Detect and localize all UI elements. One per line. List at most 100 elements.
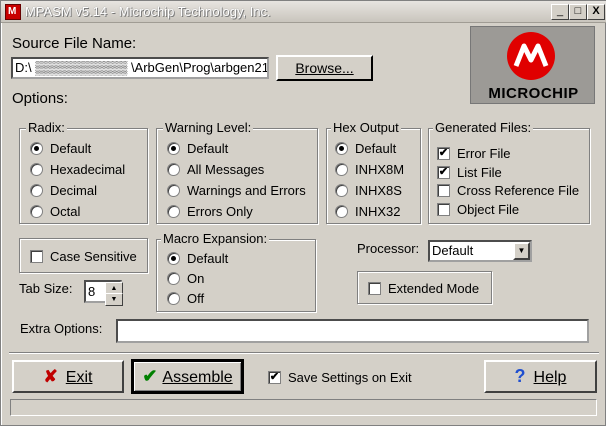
- help-button-label: Help: [533, 369, 567, 386]
- radio-indicator[interactable]: [167, 141, 180, 155]
- browse-button[interactable]: Browse...: [276, 55, 373, 81]
- radio-indicator[interactable]: [167, 251, 180, 265]
- radix-decimal-radio[interactable]: Decimal: [30, 181, 97, 199]
- exit-button[interactable]: ✘ Exit: [12, 360, 124, 393]
- assemble-button[interactable]: ✔ Assemble: [131, 359, 244, 394]
- browse-button-label: Browse...: [295, 60, 354, 76]
- radio-indicator[interactable]: [335, 162, 348, 176]
- macro-on-radio[interactable]: On: [167, 269, 204, 287]
- list-file-checkbox[interactable]: ✔ List File: [437, 163, 502, 181]
- radix-group-title: Radix:: [26, 120, 67, 135]
- tab-size-down-arrow-icon[interactable]: ▼: [105, 293, 123, 306]
- processor-value: Default: [432, 243, 474, 258]
- list-file-label: List File: [457, 164, 502, 180]
- macro-default-label: Default: [187, 250, 229, 266]
- warning-default-label: Default: [187, 140, 229, 156]
- radio-indicator[interactable]: [30, 183, 43, 197]
- radio-indicator[interactable]: [30, 162, 43, 176]
- source-file-input[interactable]: D:\ ▒▒▒▒▒▒▒▒▒▒ \ArbGen\Prog\arbgen21.: [11, 57, 269, 79]
- warning-default-radio[interactable]: Default: [167, 139, 228, 157]
- warning-errors-only-radio[interactable]: Errors Only: [167, 202, 253, 220]
- warning-level-group: Warning Level: Default All Messages Warn…: [156, 120, 318, 224]
- separator: [9, 352, 599, 354]
- radio-indicator[interactable]: [335, 204, 348, 218]
- checkbox-indicator[interactable]: ✔: [437, 146, 450, 160]
- extended-mode-frame: Extended Mode: [357, 271, 492, 304]
- hex-inhx8s-label: INHX8S: [355, 182, 402, 198]
- warning-errors-only-label: Errors Only: [187, 203, 253, 219]
- radix-default-label: Default: [50, 140, 92, 156]
- checkbox-indicator[interactable]: [368, 281, 381, 295]
- close-button[interactable]: X: [587, 4, 605, 20]
- hex-default-label: Default: [355, 140, 397, 156]
- hex-inhx32-radio[interactable]: INHX32: [335, 202, 401, 220]
- assemble-checkmark-icon: ✔: [142, 366, 158, 386]
- hex-inhx8m-label: INHX8M: [355, 161, 405, 177]
- cross-reference-file-label: Cross Reference File: [457, 182, 580, 198]
- radix-decimal-label: Decimal: [50, 182, 97, 198]
- microchip-logo: MICROCHIP: [470, 26, 595, 104]
- exit-button-label: Exit: [65, 369, 93, 386]
- radix-default-radio[interactable]: Default: [30, 139, 91, 157]
- save-settings-label: Save Settings on Exit: [288, 369, 412, 385]
- radio-indicator[interactable]: [167, 162, 180, 176]
- app-icon[interactable]: M: [5, 4, 21, 20]
- macro-expansion-group-title: Macro Expansion:: [161, 231, 270, 246]
- checkbox-indicator[interactable]: [437, 183, 450, 197]
- microchip-logo-text: MICROCHIP: [488, 85, 579, 102]
- warning-warnings-errors-radio[interactable]: Warnings and Errors: [167, 181, 306, 199]
- radix-octal-label: Octal: [50, 203, 81, 219]
- checkbox-indicator[interactable]: [30, 249, 43, 263]
- help-question-icon: ?: [514, 366, 526, 386]
- generated-files-group-title: Generated Files:: [433, 120, 534, 135]
- macro-off-radio[interactable]: Off: [167, 289, 204, 307]
- radio-indicator[interactable]: [167, 183, 180, 197]
- radio-indicator[interactable]: [335, 183, 348, 197]
- macro-expansion-group: Macro Expansion: Default On Off: [156, 231, 316, 312]
- warning-warnings-errors-label: Warnings and Errors: [187, 182, 306, 198]
- title-bar[interactable]: M MPASM v5.14 - Microchip Technology, In…: [1, 1, 606, 23]
- assemble-button-label: Assemble: [162, 369, 233, 386]
- radix-hexadecimal-label: Hexadecimal: [50, 161, 126, 177]
- hex-inhx8m-radio[interactable]: INHX8M: [335, 160, 404, 178]
- extended-mode-label: Extended Mode: [388, 280, 480, 296]
- minimize-button[interactable]: _: [551, 4, 569, 20]
- maximize-button[interactable]: □: [569, 4, 587, 20]
- generated-files-group: Generated Files: ✔ Error File ✔ List File …: [428, 120, 590, 224]
- case-sensitive-frame: Case Sensitive: [19, 238, 148, 273]
- extra-options-input[interactable]: [116, 319, 589, 343]
- radix-hexadecimal-radio[interactable]: Hexadecimal: [30, 160, 125, 178]
- macro-default-radio[interactable]: Default: [167, 249, 228, 267]
- tab-size-label: Tab Size:: [19, 281, 73, 296]
- case-sensitive-label: Case Sensitive: [50, 248, 137, 264]
- warning-level-group-title: Warning Level:: [163, 120, 254, 135]
- microchip-m-icon: [513, 43, 549, 67]
- case-sensitive-checkbox[interactable]: Case Sensitive: [30, 247, 137, 265]
- processor-dropdown-chevron-down-icon[interactable]: ▼: [513, 242, 530, 260]
- app-icon-letter: M: [8, 6, 17, 17]
- help-button[interactable]: ? Help: [484, 360, 597, 393]
- radio-indicator[interactable]: [167, 204, 180, 218]
- hex-inhx8s-radio[interactable]: INHX8S: [335, 181, 402, 199]
- object-file-checkbox[interactable]: Object File: [437, 200, 519, 218]
- radio-indicator[interactable]: [335, 141, 348, 155]
- warning-all-messages-radio[interactable]: All Messages: [167, 160, 264, 178]
- checkbox-indicator[interactable]: ✔: [268, 370, 281, 384]
- hex-default-radio[interactable]: Default: [335, 139, 396, 157]
- macro-off-label: Off: [187, 290, 205, 306]
- cross-reference-file-checkbox[interactable]: Cross Reference File: [437, 181, 579, 199]
- radio-indicator[interactable]: [167, 291, 180, 305]
- radio-indicator[interactable]: [30, 141, 43, 155]
- extended-mode-checkbox[interactable]: Extended Mode: [368, 279, 479, 297]
- radio-indicator[interactable]: [30, 204, 43, 218]
- radix-octal-radio[interactable]: Octal: [30, 202, 80, 220]
- mpasm-window: M MPASM v5.14 - Microchip Technology, In…: [0, 0, 606, 426]
- radio-indicator[interactable]: [167, 271, 180, 285]
- save-settings-checkbox[interactable]: ✔ Save Settings on Exit: [268, 368, 412, 386]
- error-file-checkbox[interactable]: ✔ Error File: [437, 144, 510, 162]
- error-file-label: Error File: [457, 145, 511, 161]
- checkbox-indicator[interactable]: [437, 202, 450, 216]
- processor-label: Processor:: [357, 241, 420, 256]
- checkbox-indicator[interactable]: ✔: [437, 165, 450, 179]
- object-file-label: Object File: [457, 201, 520, 217]
